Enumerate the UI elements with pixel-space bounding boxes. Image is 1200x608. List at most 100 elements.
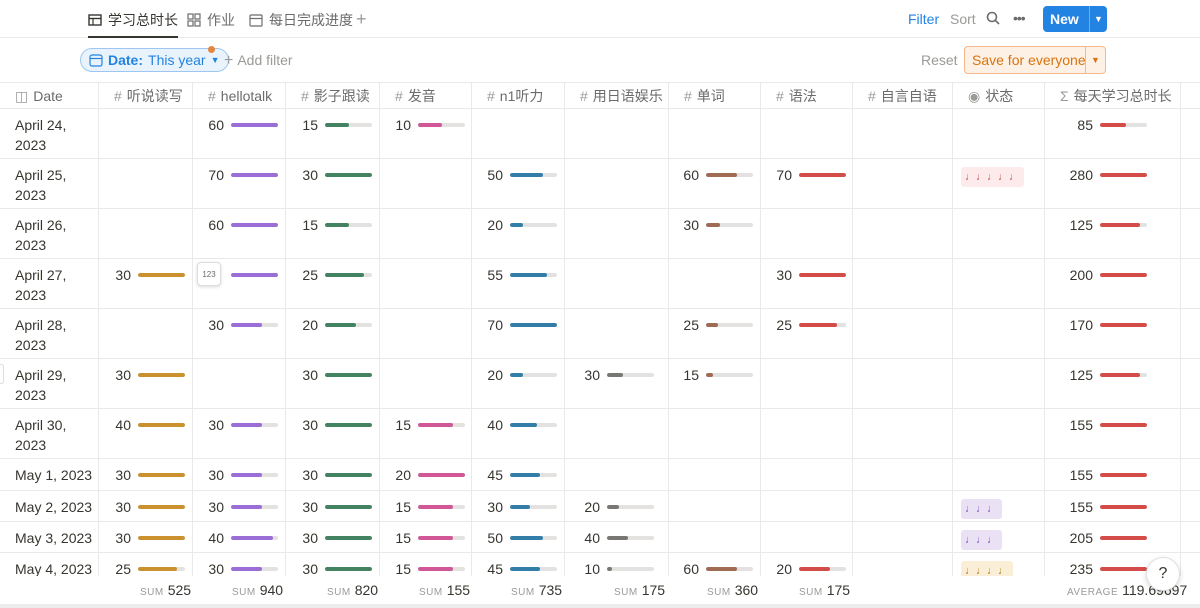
table-cell[interactable] bbox=[193, 359, 286, 408]
table-cell[interactable] bbox=[853, 522, 953, 552]
column-header-c5[interactable]: # n1听力 bbox=[472, 83, 565, 109]
table-cell[interactable] bbox=[669, 491, 761, 521]
table-row[interactable]: April 29, 2023 30 30 20 30 15 125 bbox=[0, 359, 1200, 409]
table-cell[interactable] bbox=[853, 309, 953, 358]
table-row[interactable]: May 4, 2023 25 30 30 15 45 10 60 20 235 ♩♩♩♩ bbox=[0, 553, 1200, 581]
table-cell[interactable] bbox=[286, 409, 380, 458]
table-cell[interactable] bbox=[761, 459, 853, 490]
table-cell[interactable] bbox=[286, 259, 380, 308]
table-cell[interactable] bbox=[380, 259, 472, 308]
new-button[interactable]: New ▼ bbox=[1043, 6, 1107, 32]
number-format-chip[interactable]: 123 bbox=[197, 262, 221, 286]
table-cell[interactable] bbox=[380, 553, 472, 576]
table-cell[interactable] bbox=[761, 109, 853, 158]
table-cell[interactable] bbox=[853, 159, 953, 208]
column-header-date[interactable]: ◫ Date bbox=[0, 83, 99, 109]
table-row[interactable]: April 30, 2023 40 30 30 15 40 155 bbox=[0, 409, 1200, 459]
table-cell[interactable] bbox=[565, 459, 669, 490]
table-cell[interactable] bbox=[472, 409, 565, 458]
tab-study-total[interactable]: 学习总时长 bbox=[88, 8, 178, 38]
reset-button[interactable]: Reset bbox=[921, 52, 958, 68]
footer-aggregate-c8[interactable]: SUM 175 bbox=[799, 582, 850, 598]
table-cell[interactable] bbox=[669, 109, 761, 158]
column-header-c7[interactable]: # 单词 bbox=[669, 83, 761, 109]
table-cell[interactable] bbox=[99, 359, 193, 408]
table-cell[interactable] bbox=[953, 259, 1045, 308]
column-header-c4[interactable]: # 发音 bbox=[380, 83, 472, 109]
table-cell[interactable] bbox=[565, 259, 669, 308]
table-cell[interactable] bbox=[193, 553, 286, 576]
table-cell[interactable] bbox=[565, 359, 669, 408]
footer-aggregate-c5[interactable]: SUM 735 bbox=[511, 582, 562, 598]
table-cell[interactable] bbox=[472, 209, 565, 258]
footer-aggregate-c3[interactable]: SUM 820 bbox=[327, 582, 378, 598]
table-cell[interactable] bbox=[761, 209, 853, 258]
chevron-down-icon[interactable]: ▼ bbox=[1085, 47, 1105, 73]
row-drag-handle[interactable] bbox=[0, 364, 4, 384]
table-cell[interactable] bbox=[286, 309, 380, 358]
table-cell[interactable] bbox=[669, 459, 761, 490]
table-cell[interactable] bbox=[286, 359, 380, 408]
footer-aggregate-c7[interactable]: SUM 360 bbox=[707, 582, 758, 598]
table-cell[interactable] bbox=[853, 553, 953, 576]
table-cell[interactable] bbox=[953, 209, 1045, 258]
table-cell[interactable] bbox=[953, 359, 1045, 408]
table-cell[interactable] bbox=[565, 309, 669, 358]
column-header-c3[interactable]: # 影子跟读 bbox=[286, 83, 380, 109]
tab-homework[interactable]: 作业 bbox=[187, 8, 235, 32]
table-row[interactable]: May 3, 2023 30 40 30 15 50 40 205 ♩♩♩ bbox=[0, 522, 1200, 553]
table-cell[interactable] bbox=[953, 459, 1045, 490]
footer-aggregate-c1[interactable]: SUM 525 bbox=[140, 582, 191, 598]
column-header-c6[interactable]: # 用日语娱乐 bbox=[565, 83, 669, 109]
footer-aggregate-c6[interactable]: SUM 175 bbox=[614, 582, 665, 598]
add-view-icon[interactable]: + bbox=[356, 9, 367, 30]
table-cell[interactable] bbox=[761, 359, 853, 408]
table-row[interactable]: May 1, 2023 30 30 30 20 45 155 bbox=[0, 459, 1200, 491]
table-cell[interactable] bbox=[193, 159, 286, 208]
table-cell[interactable] bbox=[669, 259, 761, 308]
table-cell[interactable] bbox=[565, 159, 669, 208]
help-button[interactable]: ? bbox=[1146, 557, 1180, 591]
table-cell[interactable] bbox=[761, 409, 853, 458]
table-cell[interactable] bbox=[380, 209, 472, 258]
table-cell[interactable] bbox=[286, 209, 380, 258]
table-cell[interactable] bbox=[1045, 159, 1181, 208]
table-cell[interactable] bbox=[99, 259, 193, 308]
table-cell[interactable] bbox=[853, 259, 953, 308]
table-row[interactable]: April 25, 2023 70 30 50 60 70 280 ♩♩♩♩♩ bbox=[0, 159, 1200, 209]
column-header-c9[interactable]: # 自言自语 bbox=[853, 83, 953, 109]
table-cell[interactable] bbox=[99, 159, 193, 208]
column-header-status[interactable]: ◉ 状态 bbox=[953, 83, 1045, 109]
table-cell[interactable] bbox=[472, 553, 565, 576]
table-cell[interactable] bbox=[193, 309, 286, 358]
table-cell[interactable] bbox=[761, 309, 853, 358]
status-badge[interactable]: ♩♩♩ bbox=[961, 530, 1002, 550]
table-cell[interactable] bbox=[286, 159, 380, 208]
table-cell[interactable] bbox=[1045, 109, 1181, 158]
table-cell[interactable] bbox=[472, 259, 565, 308]
column-header-total[interactable]: Σ 每天学习总时长 bbox=[1045, 83, 1181, 109]
table-cell[interactable] bbox=[193, 209, 286, 258]
table-cell[interactable] bbox=[761, 553, 853, 576]
table-cell[interactable] bbox=[953, 409, 1045, 458]
table-cell[interactable] bbox=[761, 259, 853, 308]
more-options-icon[interactable]: ••• bbox=[1013, 10, 1026, 26]
save-for-everyone-button[interactable]: Save for everyone ▼ bbox=[964, 46, 1106, 74]
table-cell[interactable] bbox=[193, 109, 286, 158]
tab-daily-progress[interactable]: 每日完成进度 bbox=[249, 8, 353, 32]
table-cell[interactable] bbox=[380, 109, 472, 158]
table-cell[interactable] bbox=[853, 359, 953, 408]
column-header-c1[interactable]: # 听说读写 bbox=[99, 83, 193, 109]
date-filter-chip[interactable]: Date: This year ▼ bbox=[80, 48, 229, 72]
table-cell[interactable] bbox=[472, 109, 565, 158]
horizontal-scrollbar[interactable] bbox=[0, 604, 1200, 608]
table-cell[interactable] bbox=[1045, 309, 1181, 358]
status-badge[interactable]: ♩♩♩♩♩ bbox=[961, 167, 1024, 187]
table-cell[interactable] bbox=[99, 553, 193, 576]
table-cell[interactable] bbox=[286, 109, 380, 158]
status-badge[interactable]: ♩♩♩ bbox=[961, 499, 1002, 519]
table-cell[interactable] bbox=[380, 159, 472, 208]
table-cell[interactable] bbox=[1045, 409, 1181, 458]
footer-aggregate-c4[interactable]: SUM 155 bbox=[419, 582, 470, 598]
table-cell[interactable] bbox=[565, 409, 669, 458]
